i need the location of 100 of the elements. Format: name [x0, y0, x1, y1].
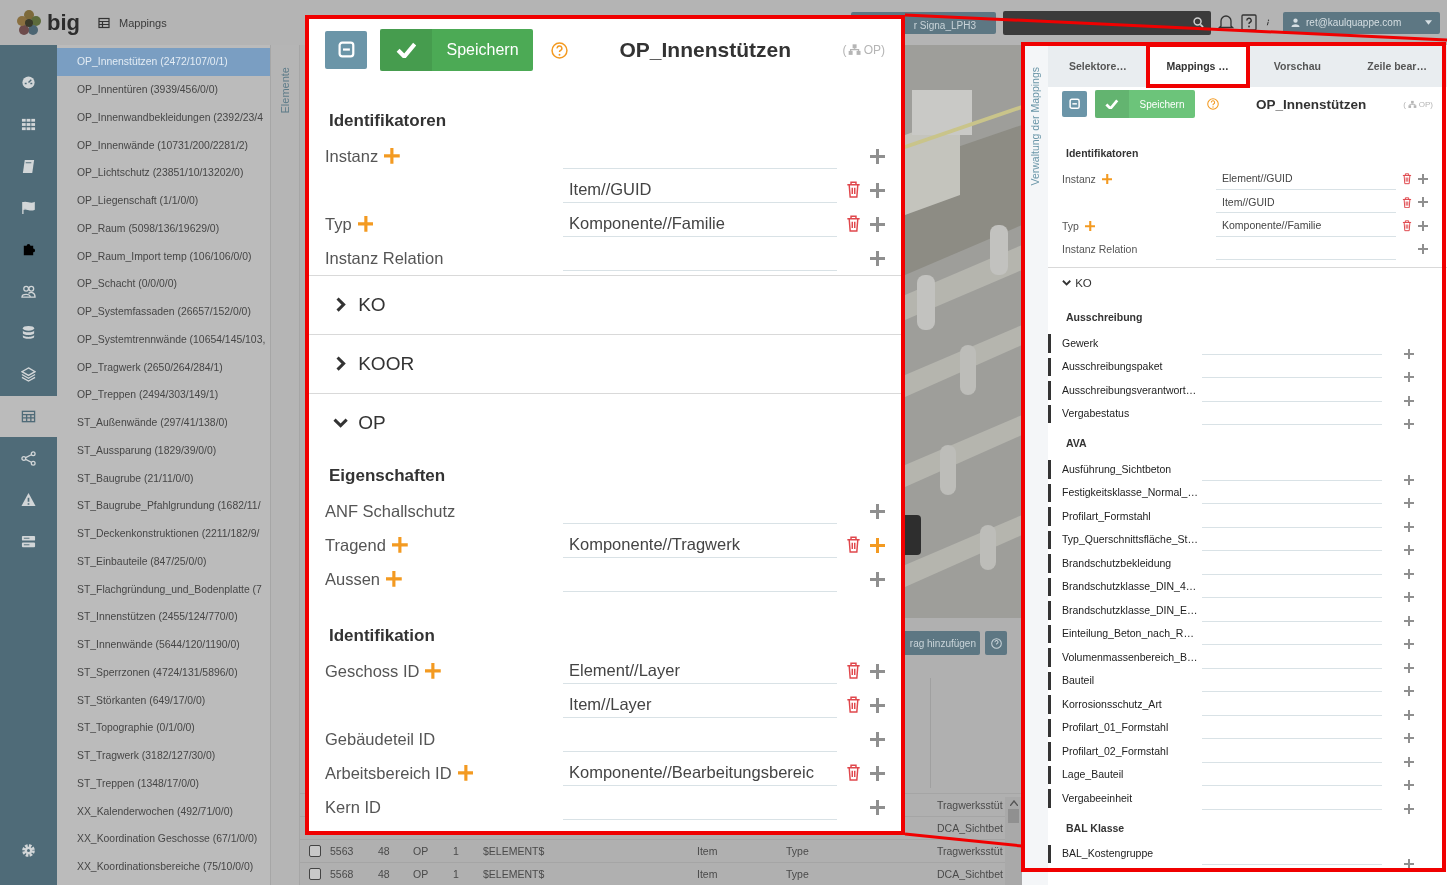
plus-icon[interactable] — [870, 182, 885, 198]
add-icon[interactable] — [386, 571, 402, 587]
add-icon[interactable] — [457, 765, 474, 781]
plus-icon[interactable] — [1404, 733, 1414, 743]
value-field[interactable]: Komponente//Tragwerk — [563, 532, 837, 558]
list-item[interactable]: ST_Baugrube_Pfahlgrundung (1682/11/ — [57, 492, 270, 520]
trash-icon[interactable] — [846, 215, 861, 233]
trash-icon[interactable] — [846, 662, 861, 680]
plus-icon[interactable] — [1418, 173, 1428, 184]
list-item[interactable]: OP_Raum (5098/136/19629/0) — [57, 214, 270, 243]
plus-icon[interactable] — [1404, 780, 1414, 790]
list-item[interactable]: OP_Tragwerk (2650/264/284/1) — [57, 353, 270, 381]
list-item[interactable]: OP_Raum_Import temp (106/106/0/0) — [57, 242, 270, 270]
value-field[interactable]: Item//Layer — [563, 692, 837, 718]
list-item[interactable]: OP_Innenwandbekleidungen (2392/23/4 — [57, 103, 270, 132]
plus-icon[interactable] — [1404, 686, 1414, 696]
list-item[interactable]: ST_Baugrube (21/11/0/0) — [57, 464, 270, 492]
plus-icon[interactable] — [870, 731, 885, 747]
add-icon[interactable] — [425, 663, 442, 679]
save-button[interactable]: Speichern — [380, 29, 533, 71]
plus-icon[interactable] — [1418, 220, 1428, 231]
trash-icon[interactable] — [846, 764, 861, 782]
list-item[interactable]: OP_Systemfassaden (26657/152/0/0) — [57, 297, 270, 326]
plus-icon[interactable] — [870, 765, 885, 781]
plus-icon[interactable] — [1404, 803, 1414, 814]
list-item[interactable]: XX_Koordination Geschosse (67/1/0/0) — [57, 825, 270, 853]
value-field[interactable]: Komponente//Bearbeitungsbereic — [563, 760, 837, 786]
plus-icon[interactable] — [1404, 498, 1414, 508]
add-icon[interactable] — [384, 148, 400, 164]
plus-icon[interactable] — [870, 216, 885, 232]
list-item[interactable]: ST_Flachgründung_und_Bodenplatte (7 — [57, 575, 270, 603]
scrollbar-thumb[interactable] — [1008, 809, 1019, 823]
list-item[interactable]: XX_Koordinationsbereiche (75/10/0/0) — [57, 852, 270, 881]
add-icon[interactable] — [1101, 173, 1113, 184]
value-field[interactable]: Komponente//Familie — [1216, 215, 1396, 237]
plus-icon[interactable] — [1404, 662, 1414, 673]
plus-icon[interactable] — [870, 571, 885, 587]
list-item[interactable]: XX_Kalenderwochen (492/71/0/0) — [57, 797, 270, 825]
list-item[interactable]: ST_Treppen (1348/17/0/0) — [57, 769, 270, 798]
list-item[interactable]: OP_Systemtrennwände (10654/145/103, — [57, 325, 270, 354]
list-item[interactable]: OP_Innentüren (3939/456/0/0) — [57, 75, 270, 104]
list-item[interactable]: OP_Schacht (0/0/0/0) — [57, 270, 270, 298]
add-icon[interactable] — [391, 537, 408, 553]
plus-icon[interactable] — [870, 537, 885, 553]
list-item[interactable]: ST_Einbauteile (847/25/0/0) — [57, 547, 270, 576]
plus-icon[interactable] — [1404, 859, 1414, 869]
add-icon[interactable] — [357, 216, 374, 232]
list-item[interactable]: ST_Aussparung (1829/39/0/0) — [57, 436, 270, 465]
plus-icon[interactable] — [1404, 474, 1414, 485]
plus-icon[interactable] — [1404, 592, 1414, 602]
user-button[interactable]: ret@kaulquappe.com — [1283, 11, 1440, 34]
help-icon[interactable] — [1241, 14, 1257, 31]
trash-icon[interactable] — [846, 181, 861, 199]
list-item[interactable]: ST_Deckenkonstruktionen (2211/182/9/ — [57, 519, 270, 548]
plus-icon[interactable] — [1404, 372, 1414, 382]
list-item[interactable]: OP_Innenwände (10731/200/2281/2) — [57, 131, 270, 159]
plus-icon[interactable] — [1404, 348, 1414, 359]
trash-icon[interactable] — [1402, 220, 1412, 232]
list-item[interactable]: ST_Sperrzonen (4724/131/5896/0) — [57, 658, 270, 687]
trash-icon[interactable] — [846, 536, 861, 554]
trash-icon[interactable] — [1402, 173, 1412, 185]
plus-icon[interactable] — [1404, 639, 1414, 649]
bell-icon[interactable] — [1218, 14, 1234, 31]
help-button[interactable] — [985, 631, 1007, 655]
list-item[interactable]: OP_Treppen (2494/303/149/1) — [57, 381, 270, 409]
value-field[interactable]: Item//GUID — [563, 177, 837, 203]
list-item[interactable]: ST_Topographie (0/1/0/0) — [57, 714, 270, 742]
collapse-button[interactable] — [1062, 91, 1087, 117]
plus-icon[interactable] — [1404, 756, 1414, 767]
list-item[interactable]: ST_Störkanten (649/17/0/0) — [57, 686, 270, 714]
list-item[interactable]: ST_Tragwerk (3182/127/30/0) — [57, 741, 270, 770]
plus-icon[interactable] — [870, 148, 885, 164]
collapse-button[interactable] — [325, 31, 367, 69]
plus-icon[interactable] — [1404, 395, 1414, 406]
panel-handle[interactable] — [905, 515, 921, 555]
plus-icon[interactable] — [1418, 197, 1428, 208]
list-item[interactable]: ST_Innenstützen (2455/124/770/0) — [57, 603, 270, 631]
plus-icon[interactable] — [1418, 244, 1428, 255]
trash-icon[interactable] — [1402, 196, 1412, 208]
plus-icon[interactable] — [1404, 568, 1414, 579]
plus-icon[interactable] — [1404, 615, 1414, 626]
add-icon[interactable] — [1084, 220, 1096, 231]
row-checkbox[interactable] — [309, 868, 321, 880]
value-field[interactable]: Komponente//Familie — [563, 211, 837, 237]
plus-icon[interactable] — [870, 663, 885, 679]
plus-icon[interactable] — [1404, 419, 1414, 429]
row-checkbox[interactable] — [309, 845, 321, 857]
trash-icon[interactable] — [846, 696, 861, 714]
add-button[interactable]: rag hinzufügen — [902, 631, 980, 655]
list-item[interactable]: OP_Lichtschutz (23851/10/13202/0) — [57, 159, 270, 187]
plus-icon[interactable] — [870, 250, 885, 266]
plus-icon[interactable] — [870, 799, 885, 815]
plus-icon[interactable] — [1404, 521, 1414, 532]
list-item[interactable]: ST_Innenwände (5644/120/1190/0) — [57, 630, 270, 659]
list-item[interactable]: OP_Liegenschaft (1/1/0/0) — [57, 186, 270, 215]
plus-icon[interactable] — [870, 503, 885, 519]
value-field[interactable]: Item//GUID — [1216, 191, 1396, 213]
value-field[interactable]: Element//Layer — [563, 658, 837, 684]
nav-button[interactable] — [0, 395, 57, 438]
plus-icon[interactable] — [1404, 545, 1414, 555]
